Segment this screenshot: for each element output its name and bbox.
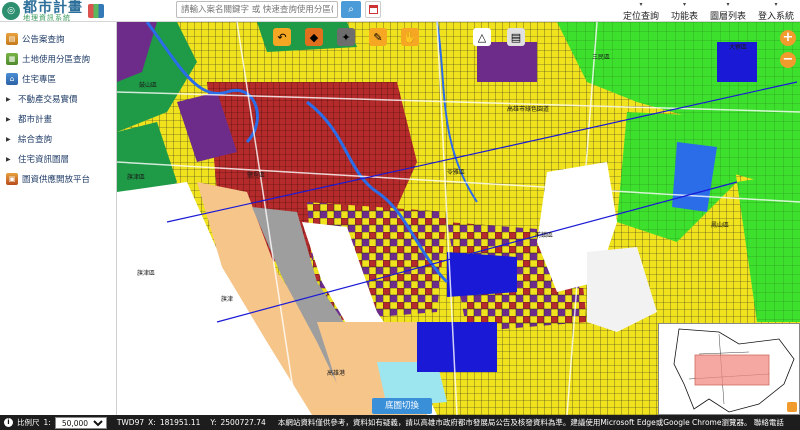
overview-toggle-button[interactable] (787, 402, 797, 412)
info-icon[interactable]: i (4, 418, 13, 427)
chevron-down-icon: ▾ (682, 1, 686, 8)
top-nav: ▾ 定位查詢 ▾ 功能表 ▾ 圖層列表 ▾ 登入系統 (622, 1, 794, 23)
locate-icon: ✦ (341, 30, 351, 44)
sidebar-item-open-platform[interactable]: ▣ 圖資供應開放平台 (0, 169, 116, 189)
print-icon: ▤ (510, 30, 522, 44)
calendar-button[interactable] (365, 1, 381, 18)
sidebar-item-comprehensive[interactable]: ▶ 綜合查詢 (0, 129, 116, 149)
search-button[interactable]: ⌕ (341, 1, 361, 18)
chevron-right-icon: ▶ (6, 135, 11, 143)
nav-label: 登入系統 (757, 12, 794, 22)
status-bar: i 比例尺 1: 50,000 TWD97 X: 181951.11 Y: 25… (0, 415, 800, 430)
disclaimer-notice: 本網站資料僅供參考，資料如有疑義，請以高雄市政府都市發展局公告及核發資料為準。建… (277, 418, 784, 427)
overview-map[interactable] (658, 323, 800, 415)
sidebar-item-label: 住宅專區 (22, 75, 57, 85)
nav-function-menu[interactable]: ▾ 功能表 (670, 1, 698, 23)
sidebar-item-label: 都市計畫 (18, 115, 53, 125)
chevron-down-icon: ▾ (639, 1, 643, 8)
scale-prefix: 1: (43, 418, 51, 427)
sidebar-item-label: 不動產交易實價 (18, 95, 78, 105)
x-coordinate: 181951.11 (159, 418, 201, 427)
x-label: X: (148, 418, 156, 427)
chevron-right-icon: ▶ (6, 115, 11, 123)
sidebar-item-urban-plan[interactable]: ▶ 都市計畫 (0, 109, 116, 129)
sidebar-item-label: 住宅資訊圖層 (18, 155, 70, 165)
scale-select[interactable]: 50,000 (54, 416, 107, 429)
map-label: 旗津區 (137, 270, 156, 277)
app-window: ◎ 都市計畫 地理資訊系統 ⌕ ▾ 定位查詢 ▾ 功能表 ▾ 圖層列表 (0, 0, 800, 430)
scale-label: 比例尺 (17, 418, 40, 427)
search-input[interactable] (176, 1, 338, 18)
books-icon (88, 4, 104, 18)
chevron-right-icon: ▶ (6, 155, 11, 163)
chevron-down-icon: ▾ (726, 1, 730, 8)
measure-icon: ✎ (373, 30, 383, 44)
sidebar-item-label: 綜合查詢 (18, 135, 53, 145)
search-icon: ⌕ (348, 4, 354, 15)
eraser-icon: ◆ (309, 30, 319, 44)
logo-title: 都市計畫 (23, 0, 83, 16)
chevron-down-icon: ▾ (774, 1, 778, 8)
back-icon: ↶ (277, 30, 287, 44)
case-query-icon: ▤ (6, 33, 18, 45)
map-label: 高雄市綠色園道 (507, 106, 550, 113)
draw-polygon-button[interactable]: △ (473, 28, 491, 46)
print-button[interactable]: ▤ (507, 28, 525, 46)
y-coordinate: 2500727.74 (220, 418, 266, 427)
zoom-out-button[interactable]: − (780, 52, 796, 68)
measure-button[interactable]: ✎ (369, 28, 387, 46)
plus-icon: + (782, 30, 794, 45)
zoom-in-button[interactable]: + (780, 30, 796, 46)
nav-label: 圖層列表 (709, 12, 746, 22)
sidebar-item-housing[interactable]: ⌂ 住宅專區 (0, 69, 116, 89)
sidebar-item-label: 土地使用分區查詢 (22, 55, 91, 65)
pan-hand-icon: ✋ (403, 30, 417, 44)
pan-button[interactable]: ✋ (401, 28, 419, 46)
minus-icon: − (782, 52, 794, 67)
map-label: 大寮區 (729, 44, 748, 51)
overview-outline (673, 328, 795, 413)
crs-label: TWD97 (116, 418, 145, 427)
y-label: Y: (210, 418, 217, 427)
sidebar-item-label: 公告案查詢 (22, 35, 65, 45)
nav-layer-list[interactable]: ▾ 圖層列表 (709, 1, 746, 23)
back-button[interactable]: ↶ (273, 28, 291, 46)
map-label: 旗津區 (127, 174, 146, 181)
logo-subtitle: 地理資訊系統 (23, 13, 71, 22)
housing-icon: ⌂ (6, 73, 18, 85)
basemap-switch-button[interactable]: 底圖切換 (372, 398, 432, 414)
logo-mark-icon: ◎ (2, 2, 20, 20)
map-label: 鳳山區 (711, 222, 730, 229)
nav-locate-query[interactable]: ▾ 定位查詢 (622, 1, 659, 23)
sidebar-item-real-estate[interactable]: ▶ 不動產交易實價 (0, 89, 116, 109)
draw-polygon-icon: △ (477, 30, 487, 44)
map-label: 三民區 (592, 54, 611, 61)
map-label: 鹽埕區 (247, 172, 266, 179)
map-label: 前鎮區 (535, 232, 554, 239)
sidebar-item-zoning-query[interactable]: ▦ 土地使用分區查詢 (0, 49, 116, 69)
map-canvas[interactable]: 鼓山區 鹽埕區 旗津區 苓雅區 鳳山區 前鎮區 三民區 高雄市綠色園道 大寮區 … (117, 22, 800, 415)
nav-login[interactable]: ▾ 登入系統 (757, 1, 794, 23)
nav-label: 功能表 (670, 12, 698, 22)
header-bar: ◎ 都市計畫 地理資訊系統 ⌕ ▾ 定位查詢 ▾ 功能表 ▾ 圖層列表 (0, 0, 800, 22)
platform-icon: ▣ (6, 173, 18, 185)
overview-extent-box (694, 354, 770, 386)
map-label: 高雄港 (327, 370, 346, 377)
zoning-query-icon: ▦ (6, 53, 18, 65)
eraser-button[interactable]: ◆ (305, 28, 323, 46)
chevron-right-icon: ▶ (6, 95, 11, 103)
calendar-icon (368, 5, 378, 14)
sidebar-item-case-query[interactable]: ▤ 公告案查詢 (0, 29, 116, 49)
site-logo[interactable]: ◎ 都市計畫 地理資訊系統 (2, 0, 104, 22)
sidebar-item-housing-layers[interactable]: ▶ 住宅資訊圖層 (0, 149, 116, 169)
map-label: 苓雅區 (447, 169, 466, 176)
locate-button[interactable]: ✦ (337, 28, 355, 46)
map-label: 旗津 (221, 296, 234, 303)
sidebar-item-label: 圖資供應開放平台 (22, 175, 91, 185)
map-label: 鼓山區 (139, 82, 158, 89)
sidebar: ▤ 公告案查詢 ▦ 土地使用分區查詢 ⌂ 住宅專區 ▶ 不動產交易實價 ▶ 都市… (0, 22, 117, 415)
nav-label: 定位查詢 (622, 12, 659, 22)
